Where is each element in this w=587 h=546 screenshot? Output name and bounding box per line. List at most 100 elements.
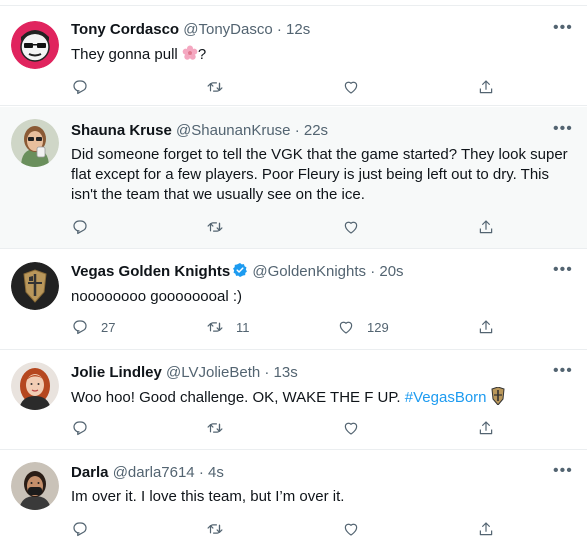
tweet-jolie-lindley[interactable]: Jolie Lindley @LVJolieBeth · 13s ••• Woo… <box>0 351 587 450</box>
reply-icon <box>73 421 87 436</box>
author-handle[interactable]: @TonyDasco <box>183 21 272 38</box>
tweet-shauna-kruse[interactable]: Shauna Kruse @ShaunanKruse · 22s ••• Did… <box>0 107 587 249</box>
author-name[interactable]: Tony Cordasco <box>71 21 179 38</box>
tweet-header: Darla @darla7614 · 4s <box>71 463 224 483</box>
verified-badge-icon <box>232 262 248 278</box>
share-icon <box>479 320 493 334</box>
like-button[interactable]: 129 <box>337 317 389 337</box>
reply-icon <box>73 320 87 335</box>
more-options-icon[interactable]: ••• <box>553 262 572 283</box>
share-button[interactable] <box>477 519 495 539</box>
more-options-icon[interactable]: ••• <box>553 363 572 384</box>
author-handle[interactable]: @darla7614 <box>113 464 195 481</box>
author-handle[interactable]: @LVJolieBeth <box>166 364 260 381</box>
reply-button[interactable] <box>71 77 101 97</box>
tweet-tony-cordasco[interactable]: Tony Cordasco @TonyDasco · 12s ••• They … <box>0 7 587 106</box>
like-count: 129 <box>367 319 389 335</box>
tweet-text: Woo hoo! Good challenge. OK, WAKE THE F … <box>71 386 577 408</box>
separator: · <box>198 464 204 481</box>
tweet-vegas-golden-knights[interactable]: Vegas Golden Knights @GoldenKnights · 20… <box>0 250 587 350</box>
tweet-text: They gonna pull ? <box>71 45 577 65</box>
top-divider <box>0 0 587 6</box>
heart-icon <box>344 523 358 536</box>
tweet-text: Im over it. I love this team, but I’m ov… <box>71 488 345 505</box>
like-button[interactable] <box>342 519 372 539</box>
tweet-actions <box>71 217 511 237</box>
tweet-text: Did someone forget to tell the VGK that … <box>71 146 568 203</box>
author-name[interactable]: Jolie Lindley <box>71 364 162 381</box>
like-button[interactable] <box>342 77 372 97</box>
share-button[interactable] <box>477 418 495 438</box>
retweet-icon <box>207 82 223 92</box>
like-button[interactable] <box>342 418 372 438</box>
tweet-text: noooooooo goooooooal :) <box>71 288 242 305</box>
timestamp[interactable]: 12s <box>286 21 310 38</box>
tweet-text-part: Woo hoo! Good challenge. OK, WAKE THE F … <box>71 389 405 406</box>
retweet-count: 11 <box>236 319 250 335</box>
hashtag-link[interactable]: #VegasBorn <box>405 389 487 406</box>
tweet-actions: 27 11 129 <box>71 317 511 337</box>
tweet-text-part: ? <box>197 46 207 63</box>
share-button[interactable] <box>477 77 495 97</box>
separator: · <box>294 122 300 139</box>
author-name[interactable]: Shauna Kruse <box>71 122 172 139</box>
retweet-button[interactable] <box>206 519 236 539</box>
tweet-header: Tony Cordasco @TonyDasco · 12s <box>71 20 310 40</box>
tweet-header: Jolie Lindley @LVJolieBeth · 13s <box>71 363 298 383</box>
author-handle[interactable]: @ShaunanKruse <box>176 122 290 139</box>
separator: · <box>264 364 270 381</box>
retweet-button[interactable] <box>206 77 236 97</box>
reply-icon <box>73 80 87 95</box>
retweet-icon <box>207 322 223 332</box>
avatar[interactable] <box>11 21 59 69</box>
heart-icon <box>344 221 358 234</box>
avatar[interactable] <box>11 119 59 167</box>
retweet-button[interactable] <box>206 217 236 237</box>
author-handle[interactable]: @GoldenKnights <box>252 263 366 280</box>
retweet-icon <box>207 524 223 534</box>
tweet-actions <box>71 418 511 438</box>
more-options-icon[interactable]: ••• <box>553 463 572 484</box>
like-button[interactable] <box>342 217 372 237</box>
reply-button[interactable]: 27 <box>71 317 115 337</box>
heart-icon <box>344 81 358 94</box>
more-options-icon[interactable]: ••• <box>553 20 572 41</box>
retweet-icon <box>207 423 223 433</box>
heart-icon <box>344 422 358 435</box>
tweet-text-part: They gonna pull <box>71 46 182 63</box>
cherry-blossom-icon <box>182 45 198 63</box>
reply-button[interactable] <box>71 418 101 438</box>
share-icon <box>479 80 493 94</box>
golden-knights-helmet-icon <box>491 386 505 406</box>
timestamp[interactable]: 20s <box>379 263 403 280</box>
retweet-icon <box>207 222 223 232</box>
retweet-button[interactable]: 11 <box>206 317 250 337</box>
share-icon <box>479 522 493 536</box>
share-icon <box>479 220 493 234</box>
heart-icon <box>339 321 353 334</box>
more-options-icon[interactable]: ••• <box>553 121 572 142</box>
timestamp[interactable]: 13s <box>274 364 298 381</box>
avatar[interactable] <box>11 462 59 510</box>
timestamp[interactable]: 22s <box>304 122 328 139</box>
author-name[interactable]: Vegas Golden Knights <box>71 263 230 280</box>
share-icon <box>479 421 493 435</box>
author-name[interactable]: Darla <box>71 464 109 481</box>
tweet-header: Vegas Golden Knights @GoldenKnights · 20… <box>71 262 404 282</box>
avatar[interactable] <box>11 262 59 310</box>
share-button[interactable] <box>477 217 495 237</box>
tweet-actions <box>71 519 511 539</box>
reply-button[interactable] <box>71 217 101 237</box>
retweet-button[interactable] <box>206 418 236 438</box>
separator: · <box>276 21 282 38</box>
reply-button[interactable] <box>71 519 101 539</box>
tweet-header: Shauna Kruse @ShaunanKruse · 22s <box>71 121 328 141</box>
share-button[interactable] <box>477 317 495 337</box>
avatar[interactable] <box>11 362 59 410</box>
timestamp[interactable]: 4s <box>208 464 224 481</box>
reply-count: 27 <box>101 319 116 335</box>
reply-icon <box>73 220 87 235</box>
tweet-actions <box>71 77 511 97</box>
separator: · <box>370 263 376 280</box>
tweet-darla[interactable]: Darla @darla7614 · 4s ••• Im over it. I … <box>0 451 587 546</box>
